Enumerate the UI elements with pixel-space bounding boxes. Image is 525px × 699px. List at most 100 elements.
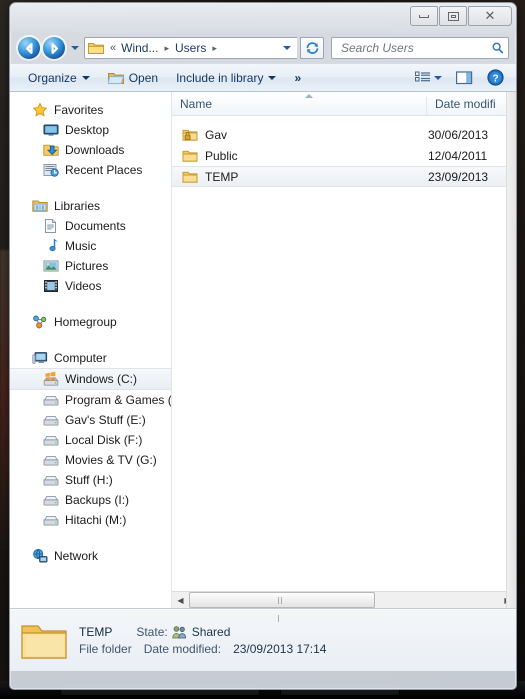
sidebar-item-libraries[interactable]: Libraries bbox=[10, 196, 171, 216]
row-name-cell: TEMP bbox=[182, 169, 428, 185]
breadcrumb-overflow[interactable]: « bbox=[107, 42, 119, 54]
toolbar-overflow-button[interactable]: » bbox=[286, 71, 309, 85]
sidebar-item-homegroup[interactable]: Homegroup bbox=[10, 312, 171, 332]
details-file-type: File folder bbox=[79, 642, 132, 656]
nav-group-computer: Computer Windows (C:) Program & Games (D… bbox=[10, 348, 171, 530]
file-date-modified: 30/06/2013 bbox=[428, 127, 489, 142]
help-button[interactable]: ? bbox=[481, 65, 510, 90]
table-row[interactable]: TEMP 23/09/2013 bbox=[172, 166, 516, 187]
star-icon bbox=[33, 102, 47, 117]
open-button[interactable]: Open bbox=[100, 67, 166, 89]
sidebar-item-drive-h[interactable]: Stuff (H:) bbox=[10, 470, 171, 490]
search-icon[interactable] bbox=[491, 41, 504, 55]
pictures-icon bbox=[43, 260, 59, 272]
preview-pane-button[interactable] bbox=[450, 67, 479, 89]
view-options-button[interactable] bbox=[409, 67, 448, 89]
scrollbar-track[interactable] bbox=[189, 592, 499, 622]
sidebar-item-network[interactable]: Network bbox=[10, 546, 171, 566]
close-button[interactable]: ✕ bbox=[468, 6, 512, 26]
sidebar-label: Stuff (H:) bbox=[65, 473, 113, 487]
drive-icon bbox=[43, 476, 59, 486]
folder-icon bbox=[88, 43, 104, 54]
sidebar-item-drive-d[interactable]: Program & Games (D bbox=[10, 390, 171, 410]
title-bar[interactable]: ✕ bbox=[10, 3, 516, 33]
downloads-icon bbox=[43, 144, 59, 156]
sidebar-label: Recent Places bbox=[65, 163, 143, 177]
sidebar-item-pictures[interactable]: Pictures bbox=[10, 256, 171, 276]
sidebar-item-drive-m[interactable]: Hitachi (M:) bbox=[10, 510, 171, 530]
column-header-name[interactable]: Name bbox=[172, 97, 426, 115]
scrollbar-thumb[interactable] bbox=[189, 592, 375, 622]
drive-icon bbox=[43, 436, 59, 446]
breadcrumb-item-windows[interactable]: Wind... bbox=[119, 41, 160, 55]
details-line-primary: TEMP State: Shared bbox=[79, 625, 326, 639]
sidebar-label: Backups (I:) bbox=[65, 493, 130, 507]
sidebar-label: Windows (C:) bbox=[65, 372, 138, 386]
chevron-down-icon bbox=[81, 75, 90, 80]
back-button[interactable] bbox=[18, 37, 40, 59]
breadcrumb-separator-icon[interactable]: ▸ bbox=[160, 43, 173, 54]
chevron-down-icon[interactable] bbox=[434, 75, 442, 80]
open-folder-icon bbox=[107, 72, 124, 84]
folder-private-icon bbox=[182, 129, 198, 141]
horizontal-scrollbar[interactable]: ◀ ▶ bbox=[172, 591, 516, 622]
minimize-button[interactable] bbox=[410, 6, 438, 26]
sidebar-item-videos[interactable]: Videos bbox=[10, 276, 171, 296]
forward-button[interactable] bbox=[43, 37, 65, 59]
refresh-button[interactable] bbox=[300, 37, 324, 59]
sidebar-item-drive-i[interactable]: Backups (I:) bbox=[10, 490, 171, 510]
sidebar-item-music[interactable]: Music bbox=[10, 236, 171, 256]
sidebar-item-drive-f[interactable]: Local Disk (F:) bbox=[10, 430, 171, 450]
sidebar-label: Program & Games (D bbox=[65, 393, 172, 407]
breadcrumb[interactable]: « Wind... ▸ Users ▸ bbox=[84, 37, 297, 59]
recent-pages-button[interactable] bbox=[68, 37, 81, 59]
list-top-spacer bbox=[172, 116, 516, 124]
file-date-modified: 12/04/2011 bbox=[428, 148, 488, 163]
scroll-left-button[interactable]: ◀ bbox=[172, 592, 189, 608]
sidebar-item-favorites[interactable]: Favorites bbox=[10, 100, 171, 120]
window-controls: ✕ bbox=[409, 6, 512, 26]
sidebar-item-computer[interactable]: Computer bbox=[10, 348, 171, 368]
nav-group-network: Network bbox=[10, 546, 171, 566]
preview-pane-icon bbox=[456, 70, 473, 84]
sidebar-item-documents[interactable]: Documents bbox=[10, 216, 171, 236]
sidebar-item-desktop[interactable]: Desktop bbox=[10, 120, 171, 140]
grip-icon bbox=[278, 596, 286, 622]
details-text: TEMP State: Shared File folder Date modi… bbox=[79, 625, 326, 656]
sidebar-label: Movies & TV (G:) bbox=[65, 453, 157, 467]
search-input[interactable] bbox=[339, 40, 491, 56]
maximize-icon bbox=[447, 11, 459, 21]
include-in-library-button[interactable]: Include in library bbox=[168, 67, 284, 89]
breadcrumb-item-users[interactable]: Users bbox=[173, 41, 208, 55]
window-body: Favorites Desktop Downloads Recent Place… bbox=[10, 92, 516, 622]
table-row[interactable]: Gav 30/06/2013 bbox=[172, 124, 516, 145]
sidebar-label: Computer bbox=[54, 351, 107, 365]
sidebar-label: Network bbox=[54, 549, 99, 563]
sidebar-item-windows-c[interactable]: Windows (C:) bbox=[10, 368, 171, 390]
details-date-value: 23/09/2013 17:14 bbox=[233, 642, 327, 656]
vertical-scrollbar[interactable] bbox=[506, 92, 516, 608]
view-list-icon bbox=[415, 71, 430, 81]
breadcrumb-separator-icon[interactable]: ▸ bbox=[208, 43, 221, 54]
file-name: TEMP bbox=[205, 169, 239, 184]
breadcrumb-dropdown-button[interactable] bbox=[279, 38, 295, 58]
videos-icon bbox=[44, 280, 58, 292]
sidebar-item-drive-g[interactable]: Movies & TV (G:) bbox=[10, 450, 171, 470]
sidebar-label: Favorites bbox=[54, 103, 104, 117]
libraries-icon bbox=[32, 200, 48, 212]
table-row[interactable]: Public 12/04/2011 bbox=[172, 145, 516, 166]
details-state-value: Shared bbox=[191, 625, 231, 639]
sidebar-item-recent-places[interactable]: Recent Places bbox=[10, 160, 171, 180]
sidebar-label: Libraries bbox=[54, 199, 101, 213]
column-header-date-modified[interactable]: Date modifi bbox=[426, 97, 516, 115]
search-box[interactable] bbox=[331, 37, 509, 59]
navigation-pane[interactable]: Favorites Desktop Downloads Recent Place… bbox=[10, 92, 172, 608]
sidebar-label: Music bbox=[65, 239, 97, 253]
organize-button[interactable]: Organize bbox=[20, 67, 98, 89]
file-list-pane[interactable]: Name Date modifi Gav 30/06/2013 Public 1… bbox=[172, 92, 516, 622]
sidebar-item-drive-e[interactable]: Gav's Stuff (E:) bbox=[10, 410, 171, 430]
sidebar-item-downloads[interactable]: Downloads bbox=[10, 140, 171, 160]
maximize-button[interactable] bbox=[439, 6, 467, 26]
